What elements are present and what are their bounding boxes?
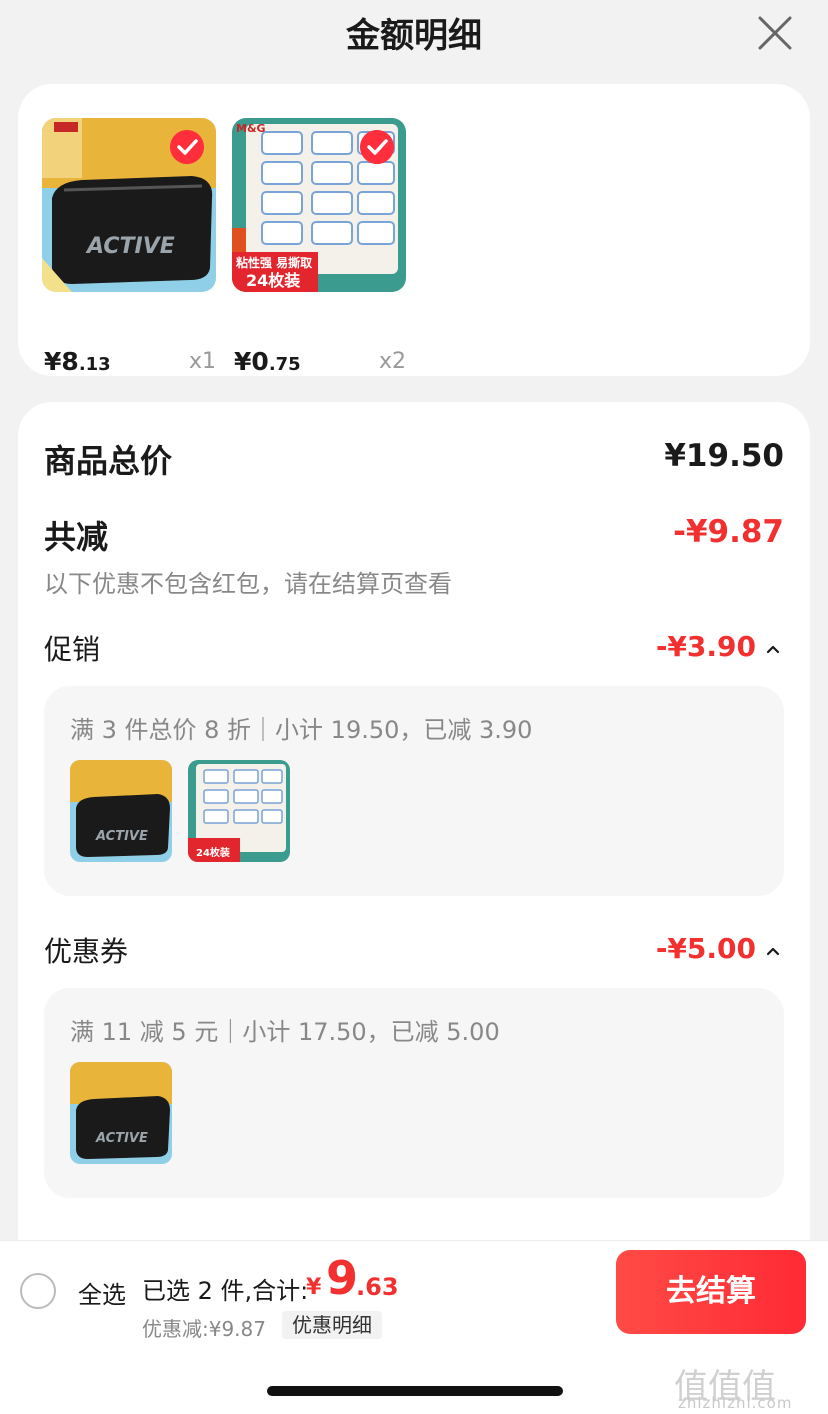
promotion-detail-text: 满 3 件总价 8 折｜小计 19.50，已减 3.90 <box>70 716 533 744</box>
promotion-detail-box: 满 3 件总价 8 折｜小计 19.50，已减 3.90 ACTIVE 24枚装 <box>44 686 784 896</box>
selected-summary: 已选 2 件,合计: <box>142 1277 309 1305</box>
coupon-value: -¥5.00 <box>655 932 756 965</box>
product-quantity: x2 <box>378 349 406 374</box>
price-details-card: 商品总价 ¥19.50 共减 -¥9.87 以下优惠不包含红包，请在结算页查看 … <box>18 402 810 1302</box>
discount-detail-button[interactable]: 优惠明细 <box>282 1311 382 1339</box>
coupon-label: 优惠券 <box>44 935 129 968</box>
total-value: ¥19.50 <box>664 438 784 474</box>
discount-note: 以下优惠不包含红包，请在结算页查看 <box>44 570 452 598</box>
page-title: 金额明细 <box>346 16 482 56</box>
product-thumbnail[interactable]: ACTIVE <box>70 760 172 862</box>
select-all-radio[interactable] <box>20 1273 56 1309</box>
chevron-up-icon[interactable] <box>764 640 782 658</box>
selected-products-card: ACTIVE ¥8.13 x1 M&G 粘性强 易撕取 24枚装 ¥0.75 x… <box>18 84 810 376</box>
checkmark-icon <box>360 130 394 164</box>
reduce-label: 共减 <box>44 518 109 556</box>
pencil-case-print-text: ACTIVE <box>85 234 175 259</box>
product-thumbnail[interactable]: ACTIVE <box>70 1062 172 1164</box>
svg-text:24枚装: 24枚装 <box>246 271 300 290</box>
promotion-value: -¥3.90 <box>655 630 756 663</box>
total-yen-symbol: ¥ <box>306 1275 322 1300</box>
checkmark-icon <box>170 130 204 164</box>
close-icon[interactable] <box>756 14 794 52</box>
svg-text:粘性强 易撕取: 粘性强 易撕取 <box>236 255 312 270</box>
sticker-labels-thumbnail-image: 24枚装 <box>188 760 290 862</box>
coupon-detail-box: 满 11 减 5 元｜小计 17.50，已减 5.00 ACTIVE <box>44 988 784 1198</box>
product-image-pencil-case[interactable]: ACTIVE <box>42 118 216 292</box>
total-amount-integer: 9 <box>326 1251 359 1305</box>
svg-text:ACTIVE: ACTIVE <box>95 829 148 844</box>
product-image-stickers[interactable]: M&G 粘性强 易撕取 24枚装 <box>232 118 406 292</box>
svg-text:24枚装: 24枚装 <box>196 846 230 859</box>
total-label: 商品总价 <box>44 442 173 480</box>
watermark-text: zhizhizhi.com <box>678 1394 793 1412</box>
home-indicator[interactable] <box>267 1386 563 1396</box>
total-amount-decimal: .63 <box>356 1273 399 1301</box>
product-thumbnail[interactable]: 24枚装 <box>188 760 290 862</box>
reduce-value: -¥9.87 <box>673 514 784 550</box>
price-row: ¥0.75 x2 <box>232 340 406 376</box>
product-price: ¥8.13 <box>44 347 111 376</box>
header: 金额明细 <box>0 0 828 70</box>
home-area: 值值值 zhizhizhi.com <box>0 1342 828 1414</box>
coupon-detail-text: 满 11 减 5 元｜小计 17.50，已减 5.00 <box>70 1018 500 1046</box>
svg-text:ACTIVE: ACTIVE <box>95 1131 148 1146</box>
product-item[interactable]: ACTIVE ¥8.13 x1 <box>42 118 216 376</box>
checkout-button[interactable]: 去结算 <box>616 1250 806 1334</box>
pencil-case-thumbnail-image: ACTIVE <box>70 760 172 862</box>
product-quantity: x1 <box>188 349 216 374</box>
discount-amount: 优惠减:¥9.87 <box>142 1317 266 1341</box>
pencil-case-thumbnail-image: ACTIVE <box>70 1062 172 1164</box>
select-all-label[interactable]: 全选 <box>78 1275 126 1310</box>
product-price: ¥0.75 <box>234 347 301 376</box>
product-item[interactable]: M&G 粘性强 易撕取 24枚装 ¥0.75 x2 <box>232 118 406 376</box>
promotion-label: 促销 <box>44 633 101 666</box>
price-row: ¥8.13 x1 <box>42 340 216 376</box>
checkout-bar: 全选 已选 2 件,合计: ¥ 9 .63 优惠减:¥9.87 优惠明细 去结算 <box>0 1240 828 1342</box>
brand-mark-text: M&G <box>236 122 266 135</box>
chevron-up-icon[interactable] <box>764 942 782 960</box>
